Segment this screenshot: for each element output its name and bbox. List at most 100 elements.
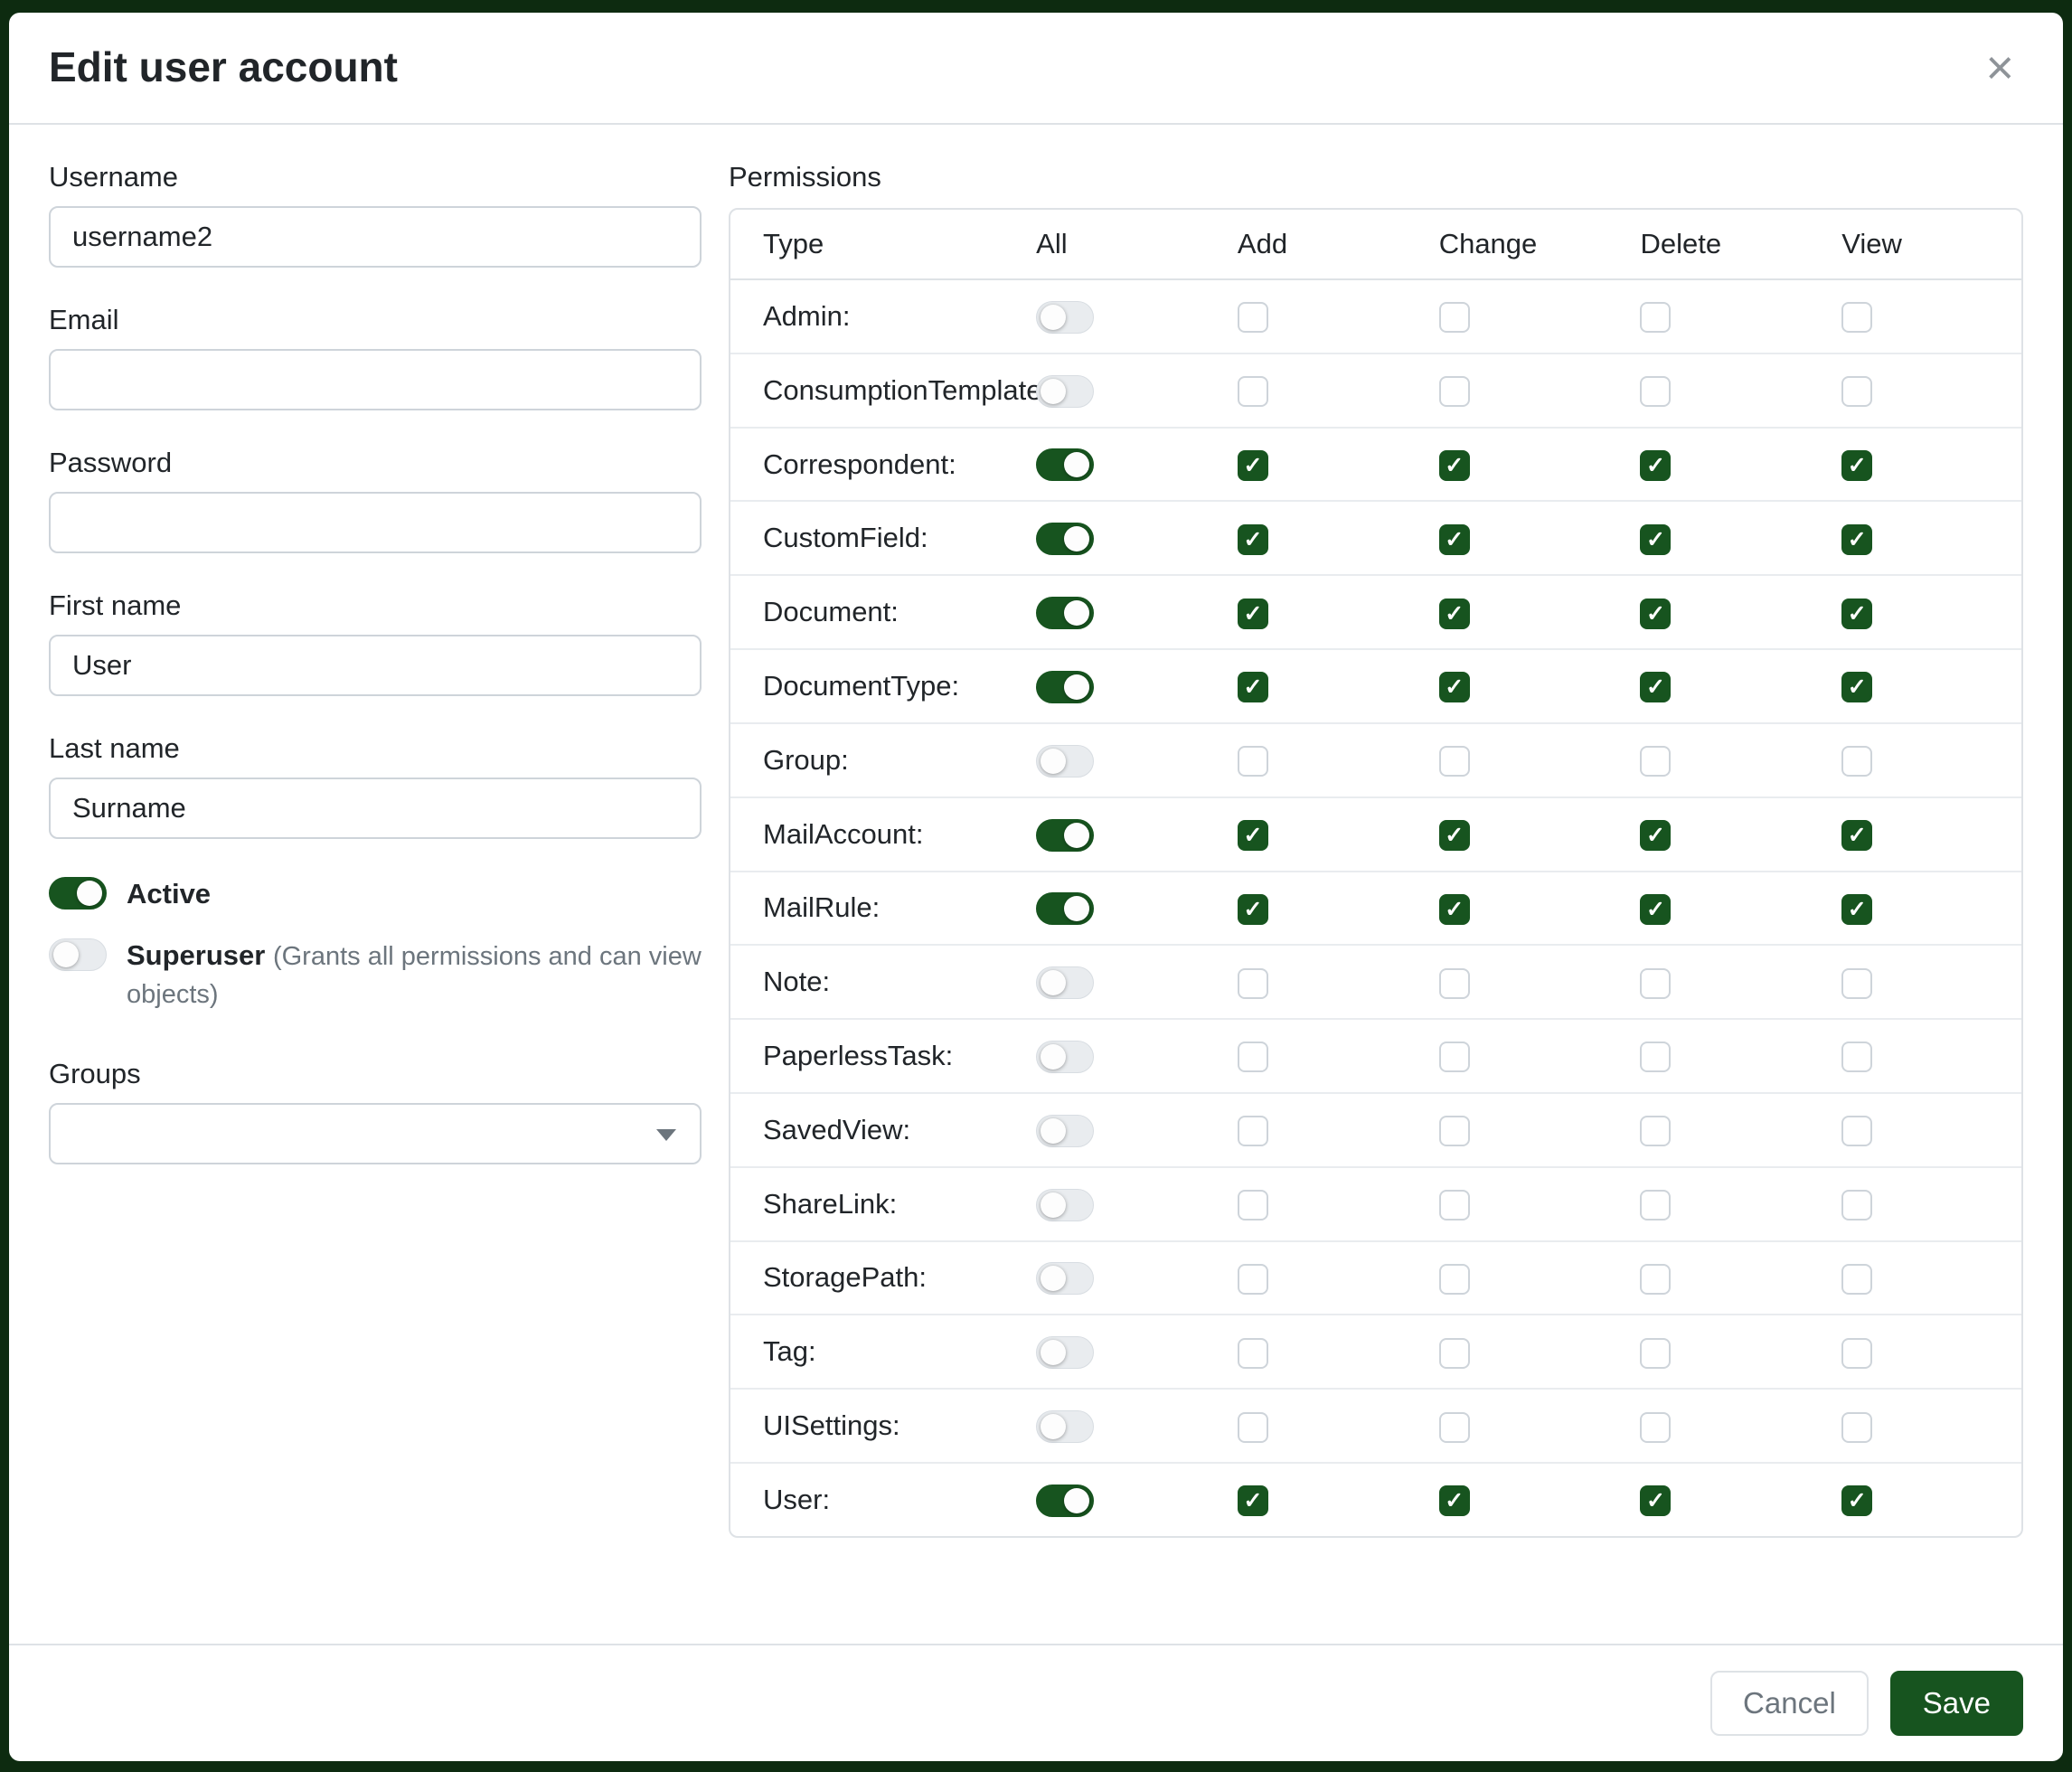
permission-add-checkbox[interactable] bbox=[1238, 1190, 1268, 1221]
permission-add-checkbox[interactable] bbox=[1238, 746, 1268, 777]
permission-delete-checkbox[interactable] bbox=[1640, 302, 1671, 333]
permission-all-toggle[interactable] bbox=[1036, 1485, 1094, 1517]
permission-delete-checkbox[interactable] bbox=[1640, 599, 1671, 629]
last-name-input[interactable] bbox=[49, 778, 702, 839]
email-input[interactable] bbox=[49, 349, 702, 410]
permission-view-checkbox[interactable] bbox=[1841, 1485, 1872, 1516]
permission-delete-checkbox[interactable] bbox=[1640, 820, 1671, 851]
permission-all-toggle[interactable] bbox=[1036, 1410, 1094, 1443]
password-input[interactable] bbox=[49, 492, 702, 553]
active-toggle[interactable] bbox=[49, 877, 107, 910]
save-button[interactable]: Save bbox=[1890, 1671, 2023, 1736]
permission-delete-checkbox[interactable] bbox=[1640, 1485, 1671, 1516]
superuser-toggle[interactable] bbox=[49, 938, 107, 971]
permission-all-toggle[interactable] bbox=[1036, 671, 1094, 703]
permission-add-checkbox[interactable] bbox=[1238, 1042, 1268, 1072]
permission-all-toggle[interactable] bbox=[1036, 1115, 1094, 1147]
permission-change-checkbox[interactable] bbox=[1439, 1264, 1470, 1295]
permission-delete-checkbox[interactable] bbox=[1640, 524, 1671, 555]
permission-row: Admin: bbox=[730, 279, 2021, 353]
permission-view-checkbox[interactable] bbox=[1841, 376, 1872, 407]
first-name-input[interactable] bbox=[49, 635, 702, 696]
permission-add-checkbox[interactable] bbox=[1238, 376, 1268, 407]
permission-add-checkbox[interactable] bbox=[1238, 1485, 1268, 1516]
permission-delete-checkbox[interactable] bbox=[1640, 1338, 1671, 1369]
cancel-button[interactable]: Cancel bbox=[1710, 1671, 1869, 1736]
permission-all-toggle[interactable] bbox=[1036, 1262, 1094, 1295]
permission-view-checkbox[interactable] bbox=[1841, 746, 1872, 777]
permission-change-checkbox[interactable] bbox=[1439, 1338, 1470, 1369]
permission-delete-checkbox[interactable] bbox=[1640, 968, 1671, 999]
permission-change-checkbox[interactable] bbox=[1439, 1412, 1470, 1443]
permission-all-toggle[interactable] bbox=[1036, 1189, 1094, 1221]
permission-type-label: Document: bbox=[730, 575, 1014, 649]
permission-change-checkbox[interactable] bbox=[1439, 302, 1470, 333]
permission-view-checkbox[interactable] bbox=[1841, 820, 1872, 851]
permission-view-checkbox[interactable] bbox=[1841, 1190, 1872, 1221]
permission-change-checkbox[interactable] bbox=[1439, 599, 1470, 629]
permission-all-toggle[interactable] bbox=[1036, 1041, 1094, 1073]
permission-delete-checkbox[interactable] bbox=[1640, 1042, 1671, 1072]
dialog-title: Edit user account bbox=[49, 42, 398, 92]
permission-add-checkbox[interactable] bbox=[1238, 894, 1268, 925]
permission-view-checkbox[interactable] bbox=[1841, 1116, 1872, 1146]
permission-delete-checkbox[interactable] bbox=[1640, 1190, 1671, 1221]
permission-all-toggle[interactable] bbox=[1036, 1336, 1094, 1369]
permission-all-toggle[interactable] bbox=[1036, 966, 1094, 999]
permission-delete-checkbox[interactable] bbox=[1640, 1264, 1671, 1295]
permission-add-checkbox[interactable] bbox=[1238, 820, 1268, 851]
permission-change-checkbox[interactable] bbox=[1439, 1042, 1470, 1072]
permission-add-checkbox[interactable] bbox=[1238, 672, 1268, 702]
permission-all-toggle[interactable] bbox=[1036, 523, 1094, 555]
permission-delete-checkbox[interactable] bbox=[1640, 450, 1671, 481]
permission-delete-checkbox[interactable] bbox=[1640, 746, 1671, 777]
permission-change-checkbox[interactable] bbox=[1439, 968, 1470, 999]
permission-view-checkbox[interactable] bbox=[1841, 894, 1872, 925]
permission-change-checkbox[interactable] bbox=[1439, 894, 1470, 925]
permission-add-checkbox[interactable] bbox=[1238, 450, 1268, 481]
permission-view-checkbox[interactable] bbox=[1841, 599, 1872, 629]
permission-view-checkbox[interactable] bbox=[1841, 672, 1872, 702]
permission-add-checkbox[interactable] bbox=[1238, 1264, 1268, 1295]
permission-change-checkbox[interactable] bbox=[1439, 1485, 1470, 1516]
permission-change-checkbox[interactable] bbox=[1439, 376, 1470, 407]
permission-add-checkbox[interactable] bbox=[1238, 599, 1268, 629]
permission-change-checkbox[interactable] bbox=[1439, 746, 1470, 777]
permission-view-checkbox[interactable] bbox=[1841, 450, 1872, 481]
close-button[interactable]: × bbox=[1976, 40, 2023, 96]
permission-change-checkbox[interactable] bbox=[1439, 1190, 1470, 1221]
permission-view-checkbox[interactable] bbox=[1841, 1412, 1872, 1443]
permission-change-checkbox[interactable] bbox=[1439, 1116, 1470, 1146]
permission-change-checkbox[interactable] bbox=[1439, 820, 1470, 851]
permission-add-checkbox[interactable] bbox=[1238, 524, 1268, 555]
permission-add-checkbox[interactable] bbox=[1238, 968, 1268, 999]
permission-change-checkbox[interactable] bbox=[1439, 450, 1470, 481]
permission-delete-checkbox[interactable] bbox=[1640, 672, 1671, 702]
permission-add-checkbox[interactable] bbox=[1238, 1116, 1268, 1146]
permission-view-checkbox[interactable] bbox=[1841, 968, 1872, 999]
permission-delete-checkbox[interactable] bbox=[1640, 376, 1671, 407]
permission-add-checkbox[interactable] bbox=[1238, 302, 1268, 333]
permission-view-checkbox[interactable] bbox=[1841, 1264, 1872, 1295]
groups-select[interactable] bbox=[49, 1103, 702, 1164]
permission-view-checkbox[interactable] bbox=[1841, 524, 1872, 555]
permission-all-toggle[interactable] bbox=[1036, 301, 1094, 334]
permission-all-toggle[interactable] bbox=[1036, 448, 1094, 481]
permission-all-toggle[interactable] bbox=[1036, 892, 1094, 925]
permission-view-checkbox[interactable] bbox=[1841, 1338, 1872, 1369]
toggle-knob bbox=[1064, 674, 1089, 700]
permission-change-checkbox[interactable] bbox=[1439, 672, 1470, 702]
permission-add-checkbox[interactable] bbox=[1238, 1338, 1268, 1369]
permission-view-checkbox[interactable] bbox=[1841, 1042, 1872, 1072]
permission-delete-checkbox[interactable] bbox=[1640, 1412, 1671, 1443]
username-input[interactable] bbox=[49, 206, 702, 268]
permission-delete-checkbox[interactable] bbox=[1640, 1116, 1671, 1146]
permission-change-checkbox[interactable] bbox=[1439, 524, 1470, 555]
permission-all-toggle[interactable] bbox=[1036, 597, 1094, 629]
permission-delete-checkbox[interactable] bbox=[1640, 894, 1671, 925]
permission-view-checkbox[interactable] bbox=[1841, 302, 1872, 333]
permission-all-toggle[interactable] bbox=[1036, 745, 1094, 778]
permission-add-checkbox[interactable] bbox=[1238, 1412, 1268, 1443]
permission-all-toggle[interactable] bbox=[1036, 819, 1094, 852]
permission-all-toggle[interactable] bbox=[1036, 375, 1094, 408]
